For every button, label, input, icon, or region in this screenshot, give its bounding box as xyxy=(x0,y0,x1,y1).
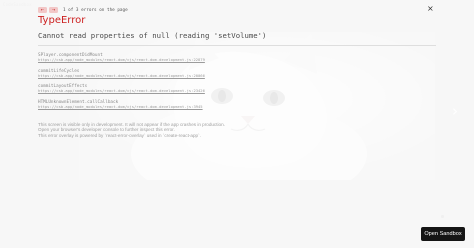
carousel-dot[interactable] xyxy=(441,215,444,218)
close-icon[interactable]: × xyxy=(427,4,434,14)
error-title: TypeError xyxy=(38,15,86,26)
stack-trace: SPlayer.componentDidMount https://csb.ap… xyxy=(38,53,205,115)
previous-error-button[interactable]: ← xyxy=(38,7,47,13)
stack-frame-location[interactable]: https://csb.app/node_modules/react-dom/c… xyxy=(38,73,205,79)
next-error-button[interactable]: → xyxy=(49,7,58,13)
carousel-next-arrow-icon[interactable]: › xyxy=(452,101,458,121)
error-message: Cannot read properties of null (reading … xyxy=(38,31,267,40)
stack-frame-location[interactable]: https://csb.app/node_modules/react-dom/c… xyxy=(38,104,205,110)
stack-frame-location[interactable]: https://csb.app/node_modules/react-dom/c… xyxy=(38,57,205,63)
overlay-notice: This screen is visible only in developme… xyxy=(38,122,225,138)
stack-frame: commitLayoutEffects https://csb.app/node… xyxy=(38,84,205,94)
stack-frame-location[interactable]: https://csb.app/node_modules/react-dom/c… xyxy=(38,89,205,94)
notice-line: This error overlay is powered by `react-… xyxy=(38,132,201,138)
stack-frame: SPlayer.componentDidMount https://csb.ap… xyxy=(38,53,205,63)
stack-frame: commitLifeCycles https://csb.app/node_mo… xyxy=(38,69,205,79)
open-sandbox-button[interactable]: Open Sandbox xyxy=(421,227,465,241)
divider xyxy=(38,45,436,46)
error-count: 1 of 3 errors on the page xyxy=(63,7,128,13)
stack-frame: HTMLUnknownElement.callCallback https://… xyxy=(38,100,205,110)
